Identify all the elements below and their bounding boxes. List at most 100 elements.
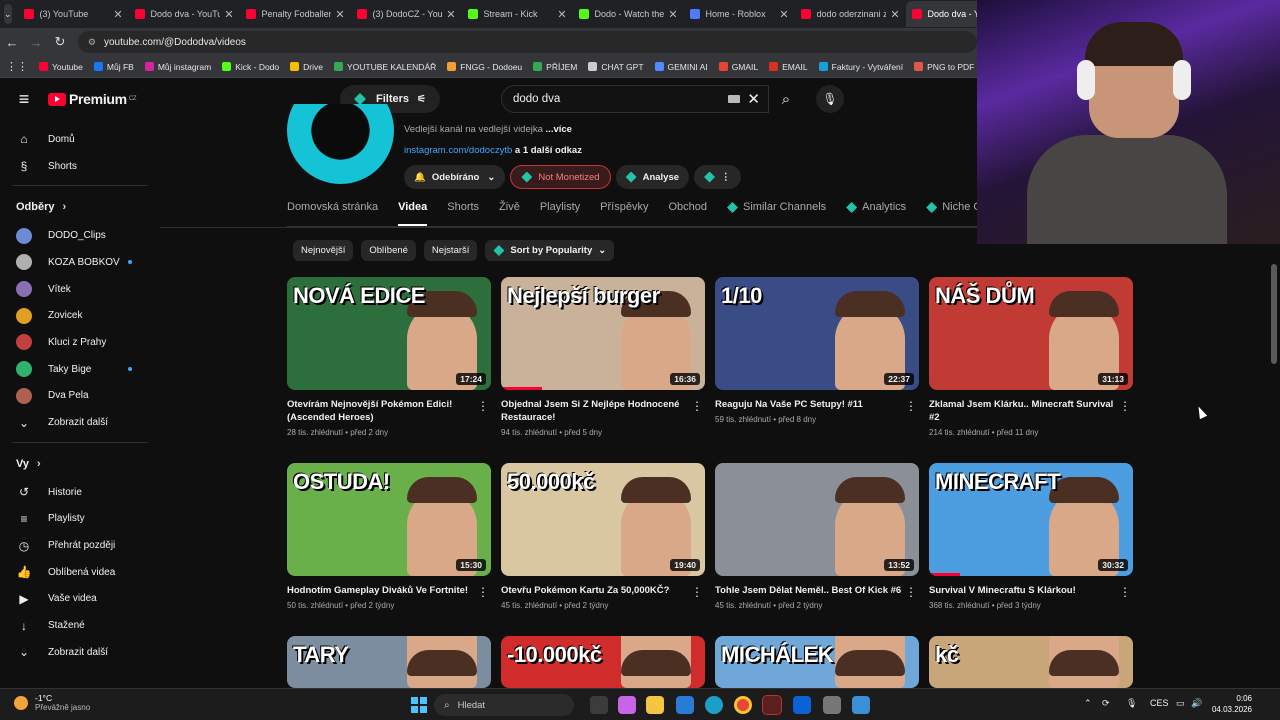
bookmark-item[interactable]: Faktury - Vytváření <box>818 62 903 72</box>
sort-dropdown[interactable]: Sort by Popularity ⌄ <box>485 240 615 261</box>
page-scrollbar[interactable] <box>1271 244 1277 688</box>
more-vert-icon[interactable]: ⋮ <box>691 399 703 413</box>
browser-tab[interactable]: Penalty Fodballer7 ✕ <box>240 1 351 27</box>
video-card[interactable]: Nejlepší burger 16:36 Objednal Jsem Si Z N… <box>501 277 705 437</box>
mic-tray-icon[interactable]: 🎙 <box>1126 698 1137 709</box>
bookmark-item[interactable]: Kick - Dodo <box>222 62 279 72</box>
chip-popular[interactable]: Oblíbené <box>361 240 416 261</box>
tab-close-icon[interactable]: ✕ <box>113 8 122 21</box>
sidebar-item[interactable]: Taky Bige <box>0 356 160 383</box>
bookmark-item[interactable]: Můj instagram <box>144 62 211 72</box>
sidebar-item[interactable]: DODO_Clips <box>0 222 160 249</box>
language-indicator[interactable]: CES <box>1150 698 1169 708</box>
video-card[interactable]: NÁŠ DŮM 31:13 Zklamal Jsem Klárku.. Minecr… <box>929 277 1133 437</box>
video-card[interactable]: 1/10 22:37 Reaguju Na Vaše PC Setupy! #11 5… <box>715 277 919 424</box>
sync-icon[interactable]: ⟳ <box>1102 698 1110 709</box>
video-thumbnail[interactable]: NOVÁ EDICE 17:24 <box>287 277 491 390</box>
copilot-icon[interactable] <box>618 696 636 714</box>
menu-icon[interactable]: ≡ <box>0 89 48 110</box>
back-icon[interactable]: ← <box>0 35 24 50</box>
bookmark-item[interactable]: Drive <box>290 62 323 72</box>
video-thumbnail[interactable]: 50.000kč 19:40 <box>501 463 705 576</box>
tab-close-icon[interactable]: ✕ <box>668 8 677 21</box>
sidebar-item[interactable]: ↓ Stažené <box>0 612 160 639</box>
video-card[interactable]: OSTUDA! 15:30 Hodnotím Gameplay Diváků Ve … <box>287 463 491 610</box>
channel-tab[interactable]: Playlisty <box>540 201 580 226</box>
video-title[interactable]: Otevřu Pokémon Kartu Za 50,000KČ? <box>501 584 691 597</box>
browser-tab[interactable]: (3) YouTube ✕ <box>18 1 129 27</box>
bookmark-item[interactable]: PŘÍJEM <box>533 62 577 72</box>
channel-tab[interactable]: Příspěvky <box>600 201 648 226</box>
sidebar-item[interactable]: KOZA BOBKOV <box>0 249 160 276</box>
chrome-icon[interactable] <box>734 696 752 714</box>
sidebar-item[interactable]: ◷ Přehrát později <box>0 532 160 559</box>
sidebar-item[interactable]: Zovicek <box>0 302 160 329</box>
video-title[interactable]: Objednal Jsem Si Z Nejlépe Hodnocené Res… <box>501 398 691 424</box>
video-thumbnail[interactable]: kč <box>929 636 1133 688</box>
video-thumbnail[interactable]: 13:52 <box>715 463 919 576</box>
weather-widget[interactable]: -1°C Převážně jasno <box>14 693 90 712</box>
video-thumbnail[interactable]: Nejlepší burger 16:36 <box>501 277 705 390</box>
tab-close-icon[interactable]: ✕ <box>224 8 233 21</box>
video-title[interactable]: Reaguju Na Vaše PC Setupy! #11 <box>715 398 905 411</box>
sidebar-item[interactable]: Vítek <box>0 276 160 303</box>
sidebar-item[interactable]: ⌂ Domů <box>0 126 160 153</box>
channel-tab[interactable]: Analytics <box>846 201 906 226</box>
sidebar-item[interactable]: ≡ Playlisty <box>0 506 160 533</box>
tab-close-icon[interactable]: ✕ <box>890 8 899 21</box>
sidebar-item[interactable]: ↺ Historie <box>0 479 160 506</box>
chip-oldest[interactable]: Nejstarší <box>423 240 478 261</box>
more-vert-icon[interactable]: ⋮ <box>691 585 703 599</box>
sidebar-item[interactable]: Kluci z Prahy <box>0 329 160 356</box>
bookmark-item[interactable]: CHAT GPT <box>588 62 644 72</box>
bookmark-item[interactable]: GMAIL <box>718 62 758 72</box>
edge-icon[interactable] <box>705 696 723 714</box>
clock[interactable]: 0:06 04.03.2026 <box>1208 693 1252 715</box>
search-input[interactable]: dodo dva ✕ <box>501 85 769 113</box>
forward-icon[interactable]: → <box>24 35 48 50</box>
description-more[interactable]: ...více <box>546 124 572 135</box>
video-card[interactable]: MINECRAFT 30:32 Survival V Minecraftu S Kl… <box>929 463 1133 610</box>
video-title[interactable]: Tohle Jsem Dělat Neměl.. Best Of Kick #6 <box>715 584 905 597</box>
clear-icon[interactable]: ✕ <box>747 90 760 108</box>
reload-icon[interactable]: ↻ <box>48 34 72 50</box>
browser-tab[interactable]: Dodo dva - YouTu ✕ <box>129 1 240 27</box>
bookmark-item[interactable]: PNG to PDF <box>914 62 974 72</box>
sidebar-item[interactable]: 👍 Oblíbená videa <box>0 559 160 586</box>
channel-link[interactable]: instagram.com/dodoczytb <box>404 145 512 156</box>
channel-tab[interactable]: Živě <box>499 201 520 226</box>
video-thumbnail[interactable]: MINECRAFT 30:32 <box>929 463 1133 576</box>
bookmark-item[interactable]: Youtube <box>39 62 83 72</box>
channel-tab[interactable]: Videa <box>398 201 428 226</box>
bookmark-item[interactable]: YOUTUBE KALENDÁŘ <box>333 62 436 72</box>
video-card[interactable]: 50.000kč 19:40 Otevřu Pokémon Kartu Za 50,… <box>501 463 705 610</box>
app-icon[interactable] <box>852 696 870 714</box>
tray-chevron-icon[interactable]: ⌃ <box>1084 698 1092 709</box>
video-card[interactable]: -10.000kč <box>501 636 705 688</box>
browser-tab[interactable]: dodo oderzinani zc ✕ <box>795 1 906 27</box>
video-card[interactable]: NOVÁ EDICE 17:24 Otevírám Nejnovější Pokém… <box>287 277 491 437</box>
search-button[interactable]: ⌕ <box>769 85 803 113</box>
more-vert-icon[interactable]: ⋮ <box>477 585 489 599</box>
more-vert-icon[interactable]: ⋮ <box>905 399 917 413</box>
windows-start-icon[interactable] <box>411 697 427 713</box>
site-info-icon[interactable]: ⚙ <box>88 37 96 48</box>
video-title[interactable]: Otevírám Nejnovější Pokémon Edici! (Asce… <box>287 398 477 424</box>
video-title[interactable]: Survival V Minecraftu S Klárkou! <box>929 584 1119 597</box>
url-field[interactable]: ⚙ youtube.com/@Dododva/videos <box>77 31 977 53</box>
you-header[interactable]: Vy › <box>0 449 160 479</box>
tab-close-icon[interactable]: ✕ <box>779 8 788 21</box>
video-title[interactable]: Zklamal Jsem Klárku.. Minecraft Survival… <box>929 398 1119 424</box>
video-card[interactable]: 13:52 Tohle Jsem Dělat Neměl.. Best Of Ki… <box>715 463 919 610</box>
video-thumbnail[interactable]: TARY <box>287 636 491 688</box>
volume-icon[interactable]: 🔊 <box>1191 698 1202 709</box>
sidebar-item[interactable]: ▶ Vaše videa <box>0 586 160 613</box>
obs-icon[interactable] <box>762 695 782 715</box>
browser-tab[interactable]: Home - Roblox ✕ <box>684 1 795 27</box>
channel-avatar[interactable] <box>287 104 394 184</box>
keyboard-icon[interactable] <box>728 95 740 103</box>
voice-search-button[interactable]: 🎙 <box>816 85 844 113</box>
bookmark-item[interactable]: EMAIL <box>769 62 808 72</box>
youtube-logo[interactable]: Premium CZ <box>48 91 137 107</box>
analyse-button[interactable]: Analyse <box>615 165 690 189</box>
